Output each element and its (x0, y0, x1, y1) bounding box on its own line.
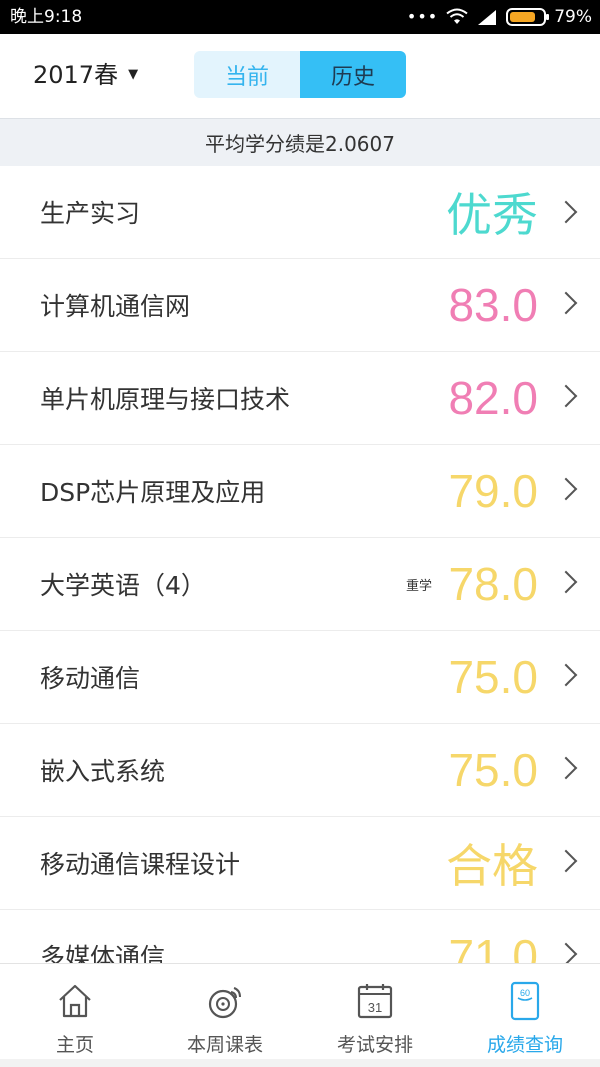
course-name: 移动通信课程设计 (40, 850, 241, 879)
semester-label: 2017春 (33, 61, 119, 89)
header: 2017春 ▼ 当前 历史 (0, 34, 600, 118)
signal-icon (478, 10, 497, 25)
chevron-right-icon (554, 200, 578, 224)
course-score: 71.0 (448, 930, 538, 963)
nav-exams[interactable]: 31 考试安排 (300, 964, 450, 1059)
tab-current[interactable]: 当前 (194, 51, 300, 98)
course-score: 75.0 (448, 744, 538, 796)
course-row[interactable]: 嵌入式系统 75.0 (0, 724, 600, 817)
nav-grades-label: 成绩查询 (486, 1034, 563, 1056)
bottom-nav: 主页 本周课表 31 考试安排 60 成绩查询 (0, 963, 600, 1059)
chevron-right-icon (554, 756, 578, 780)
nav-home-label: 主页 (55, 1034, 94, 1056)
calendar-icon: 31 (357, 984, 393, 1019)
chevron-right-icon (554, 942, 578, 963)
battery-level (510, 12, 536, 22)
course-row[interactable]: 移动通信课程设计 合格 (0, 817, 600, 910)
status-icons: ••• 79% (407, 6, 592, 28)
calendar-day-text: 31 (368, 1000, 382, 1015)
schedule-icon (208, 987, 241, 1019)
course-name: 大学英语（4） (40, 571, 206, 600)
course-score: 83.0 (448, 279, 538, 331)
nav-exams-label: 考试安排 (336, 1034, 413, 1056)
retake-badge: 重学 (405, 578, 432, 594)
course-name: 单片机原理与接口技术 (40, 385, 291, 414)
chevron-right-icon (554, 663, 578, 687)
status-time: 晚上9:18 (10, 7, 83, 27)
nav-schedule-label: 本周课表 (186, 1034, 263, 1056)
course-score: 82.0 (448, 372, 538, 424)
tab-history[interactable]: 历史 (300, 51, 406, 98)
grades-icon: 60 (510, 981, 540, 1021)
grades-icon-text: 60 (520, 988, 530, 998)
course-row[interactable]: 计算机通信网 83.0 (0, 259, 600, 352)
nav-schedule[interactable]: 本周课表 (150, 964, 300, 1059)
chevron-right-icon (554, 477, 578, 501)
course-row[interactable]: 单片机原理与接口技术 82.0 (0, 352, 600, 445)
course-name: 多媒体通信 (40, 943, 166, 963)
battery-icon (506, 8, 550, 26)
course-score: 合格 (446, 840, 538, 892)
nav-home[interactable]: 主页 (0, 964, 150, 1059)
course-name: 移动通信 (40, 664, 141, 693)
system-nav-strip (0, 1059, 600, 1067)
course-row[interactable]: 大学英语（4） 重学 78.0 (0, 538, 600, 631)
view-toggle: 当前 历史 (194, 51, 406, 98)
course-name: 嵌入式系统 (40, 757, 166, 786)
chevron-right-icon (554, 384, 578, 408)
gpa-summary: 平均学分绩是2.0607 (0, 118, 600, 166)
chevron-right-icon (554, 570, 578, 594)
course-name: 计算机通信网 (40, 292, 191, 321)
course-row[interactable]: 移动通信 75.0 (0, 631, 600, 724)
course-list: 生产实习 优秀 计算机通信网 83.0 单片机原理与接口技术 82.0 DSP芯… (0, 166, 600, 963)
course-row[interactable]: DSP芯片原理及应用 79.0 (0, 445, 600, 538)
nav-grades[interactable]: 60 成绩查询 (450, 964, 600, 1059)
semester-selector[interactable]: 2017春 ▼ (33, 60, 138, 90)
battery-percent: 79% (554, 7, 592, 27)
chevron-right-icon (554, 291, 578, 315)
course-score: 78.0 (448, 558, 538, 610)
course-name: 生产实习 (40, 199, 141, 228)
chevron-right-icon (554, 849, 578, 873)
course-name: DSP芯片原理及应用 (40, 478, 266, 507)
course-score: 79.0 (448, 465, 538, 517)
caret-down-icon: ▼ (128, 67, 139, 82)
more-dots-icon: ••• (406, 7, 439, 26)
home-icon (59, 984, 91, 1018)
course-score: 75.0 (448, 651, 538, 703)
course-row[interactable]: 生产实习 优秀 (0, 166, 600, 259)
course-row[interactable]: 多媒体通信 71.0 (0, 910, 600, 963)
wifi-icon (446, 8, 468, 24)
course-score: 优秀 (446, 189, 538, 241)
status-bar: 晚上9:18 ••• 79% (0, 0, 600, 34)
